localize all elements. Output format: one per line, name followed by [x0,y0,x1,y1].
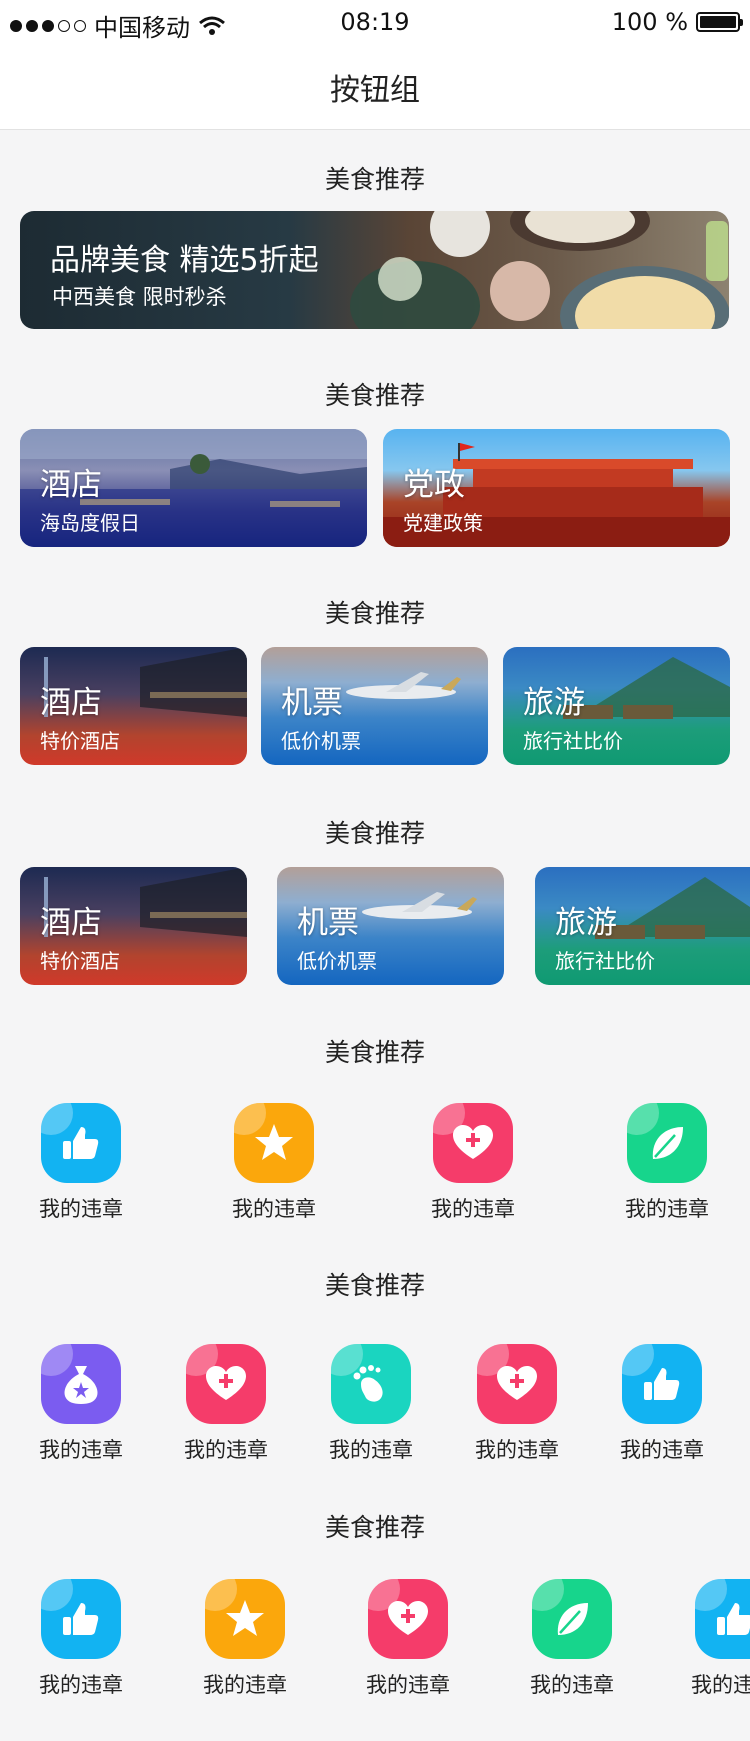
money-bag-icon [41,1344,121,1424]
icon-label: 我的违章 [431,1197,515,1221]
heart-plus-icon [477,1344,557,1424]
card-subtitle: 低价机票 [281,729,361,753]
card-title: 酒店 [40,685,102,721]
status-bar: 中国移动 08:19 100 % [0,0,750,44]
section-title: 美食推荐 [324,1513,425,1542]
card-title: 机票 [297,905,359,941]
icon-button[interactable]: 我的违章 [607,1344,717,1464]
party-card[interactable]: 党政 党建政策 [383,429,730,547]
icon-label: 我的违章 [232,1197,316,1221]
section-title: 美食推荐 [324,819,425,848]
heart-plus-icon [186,1344,266,1424]
icon-label: 我的违章 [620,1438,704,1462]
star-icon [234,1103,314,1183]
nav-bar: 按钮组 [0,44,750,130]
card-title: 党政 [403,467,465,503]
banner-subtitle: 中西美食 限时秒杀 [52,285,227,309]
card-title: 酒店 [40,905,102,941]
card-subtitle: 特价酒店 [40,949,120,973]
section-title: 美食推荐 [324,381,425,410]
card-title: 酒店 [40,467,102,503]
icon-label: 我的违章 [39,1438,123,1462]
icon-label: 我的违章 [625,1197,709,1221]
card-title: 机票 [281,685,343,721]
section-title: 美食推荐 [324,599,425,628]
icon-button[interactable]: 我的违章 [418,1103,528,1223]
food-banner[interactable]: 品牌美食 精选5折起 中西美食 限时秒杀 [20,211,729,329]
thumbs-up-icon [41,1579,121,1659]
hotel-card[interactable]: 酒店 特价酒店 [20,867,247,985]
icon-label: 我的违章 [203,1673,287,1697]
icon-label: 我的违章 [691,1673,750,1697]
icon-label: 我的违章 [366,1673,450,1697]
icon-button[interactable]: 我的违章 [517,1579,627,1699]
icon-label: 我的违章 [530,1673,614,1697]
icon-button[interactable]: 我的违章 [26,1103,136,1223]
card-subtitle: 特价酒店 [40,729,120,753]
icon-button[interactable]: 我的违章 [353,1579,463,1699]
section-title: 美食推荐 [324,1271,425,1300]
icon-button[interactable]: 我的违章 [219,1103,329,1223]
leaf-icon [532,1579,612,1659]
card-title: 旅游 [555,905,617,941]
status-right: 100 % [611,8,743,36]
section-title: 美食推荐 [324,1038,425,1067]
thumbs-up-icon [622,1344,702,1424]
hotel-card[interactable]: 酒店 海岛度假日 [20,429,367,547]
icon-button[interactable]: 我的违章 [26,1579,136,1699]
leaf-icon [627,1103,707,1183]
card-subtitle: 党建政策 [403,511,483,535]
icon-button[interactable]: 我的违章 [190,1579,300,1699]
icon-label: 我的违章 [39,1673,123,1697]
card-subtitle: 旅行社比价 [523,729,623,753]
icon-button[interactable]: 我的违章 [171,1344,281,1464]
section-title: 美食推荐 [324,165,425,194]
icon-button[interactable]: 我的违章 [316,1344,426,1464]
icon-label: 我的违章 [475,1438,559,1462]
hotel-card[interactable]: 酒店 特价酒店 [20,647,247,765]
card-subtitle: 旅行社比价 [555,949,655,973]
battery-icon [696,12,743,32]
heart-plus-icon [433,1103,513,1183]
icon-button[interactable]: 我的违章 [26,1344,136,1464]
page-title: 按钮组 [330,72,420,108]
travel-card[interactable]: 旅游 旅行社比价 [535,867,750,985]
icon-label: 我的违章 [39,1197,123,1221]
battery-percent: 100 % [611,8,688,36]
footprint-icon [331,1344,411,1424]
icon-clip: 我的违章 [672,1579,750,1699]
icon-label: 我的违章 [184,1438,268,1462]
card-title: 旅游 [523,685,585,721]
card-subtitle: 低价机票 [297,949,377,973]
heart-plus-icon [368,1579,448,1659]
star-icon [205,1579,285,1659]
travel-card[interactable]: 旅游 旅行社比价 [503,647,730,765]
thumbs-up-icon [41,1103,121,1183]
icon-button[interactable]: 我的违章 [672,1579,750,1699]
icon-label: 我的违章 [329,1438,413,1462]
banner-title: 品牌美食 精选5折起 [50,243,319,278]
flight-card[interactable]: 机票 低价机票 [261,647,488,765]
thumbs-up-icon [695,1579,750,1659]
flight-card[interactable]: 机票 低价机票 [277,867,504,985]
icon-button[interactable]: 我的违章 [462,1344,572,1464]
card-subtitle: 海岛度假日 [40,511,140,535]
icon-button[interactable]: 我的违章 [612,1103,722,1223]
